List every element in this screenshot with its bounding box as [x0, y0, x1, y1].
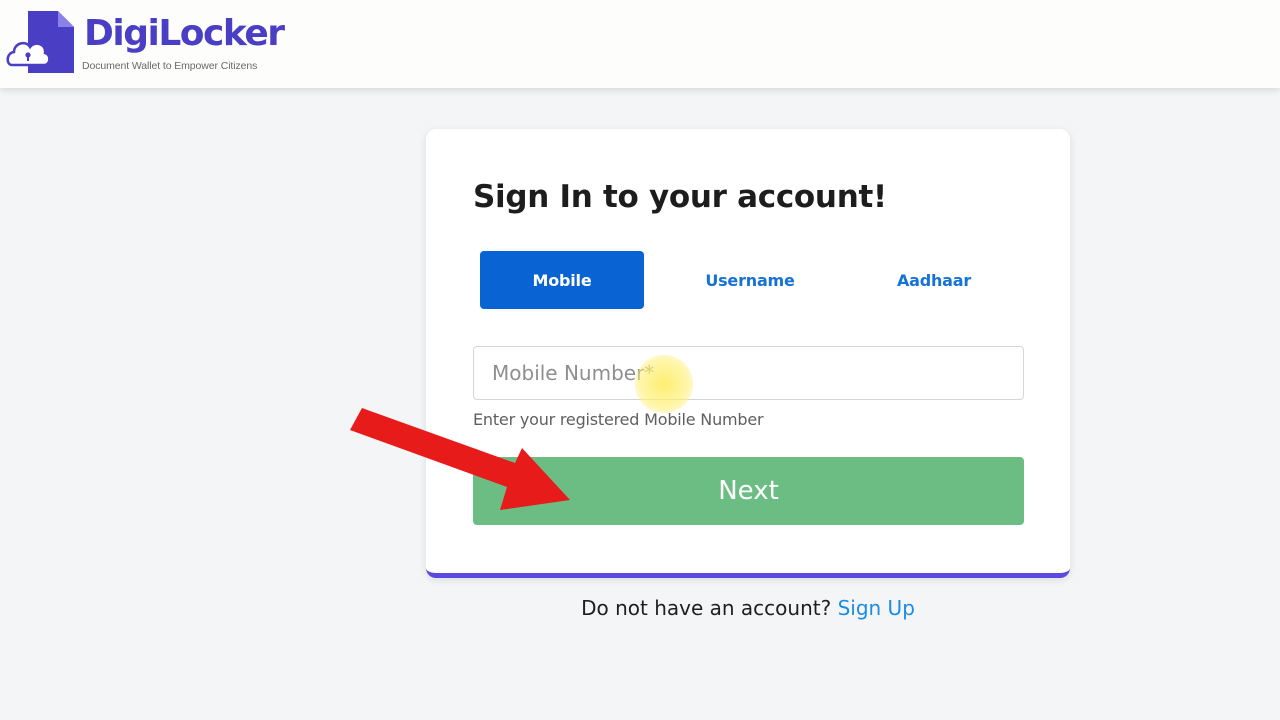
tab-mobile[interactable]: Mobile [480, 251, 644, 309]
mobile-helper-text: Enter your registered Mobile Number [473, 410, 764, 429]
signup-link[interactable]: Sign Up [838, 596, 915, 620]
brand-tagline: Document Wallet to Empower Citizens [82, 60, 258, 72]
cloud-lock-document-icon [6, 11, 74, 73]
signup-prompt-text: Do not have an account? [581, 596, 832, 620]
mobile-number-field [473, 346, 1024, 400]
digilocker-logo[interactable]: DigiLocker Document Wallet to Empower Ci… [4, 4, 285, 78]
page-title: Sign In to your account! [473, 179, 887, 215]
signup-prompt: Do not have an account? Sign Up [426, 596, 1070, 626]
signin-card: Sign In to your account! Mobile Username… [426, 129, 1070, 578]
top-header: DigiLocker Document Wallet to Empower Ci… [0, 0, 1280, 88]
mobile-number-input[interactable] [474, 347, 1023, 399]
brand-name: DigiLocker [84, 13, 285, 54]
next-button[interactable]: Next [473, 457, 1024, 525]
tab-username[interactable]: Username [668, 251, 832, 309]
tab-aadhaar[interactable]: Aadhaar [852, 251, 1016, 309]
